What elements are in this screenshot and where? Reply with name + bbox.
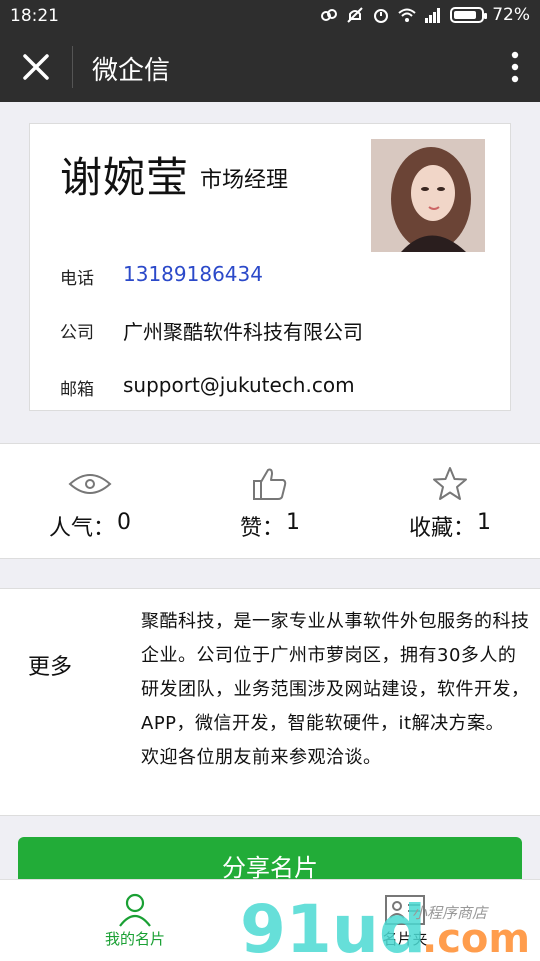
stat-favorites[interactable]: 收藏： 1 bbox=[360, 464, 540, 542]
close-icon[interactable] bbox=[18, 49, 54, 85]
person-icon bbox=[119, 893, 151, 927]
tab-card-holder-label: 名片夹 bbox=[382, 930, 428, 948]
business-card: 谢婉莹 市场经理 电话 13189186434 公司 广州聚酷软件科技有限公司 … bbox=[29, 123, 511, 411]
email-label: 邮箱 bbox=[60, 380, 94, 400]
tab-bar: 我的名片 名片夹 bbox=[0, 879, 540, 961]
signal-icon bbox=[425, 8, 441, 23]
nav-bar: 微企信 bbox=[0, 32, 540, 102]
battery-icon bbox=[450, 7, 488, 23]
nav-divider bbox=[72, 46, 73, 88]
stat-favorites-label: 收藏： bbox=[408, 516, 475, 541]
stats-bar: 人气： 0 赞： 1 收藏： 1 bbox=[0, 443, 540, 559]
stat-likes-label: 赞： bbox=[239, 516, 284, 541]
avatar bbox=[371, 139, 485, 252]
stat-likes[interactable]: 赞： 1 bbox=[180, 464, 360, 542]
wifi-icon bbox=[398, 8, 416, 22]
email-value: support@jukutech.com bbox=[123, 373, 355, 397]
company-label: 公司 bbox=[60, 323, 94, 343]
phone-label: 电话 bbox=[60, 269, 94, 289]
welcome-text: 欢迎各位朋友前来参观洽谈。 bbox=[141, 747, 382, 768]
status-time: 18:21 bbox=[10, 6, 59, 26]
stat-popularity: 人气： 0 bbox=[0, 464, 180, 542]
stat-popularity-value: 0 bbox=[117, 510, 131, 535]
more-label: 更多 bbox=[28, 655, 73, 680]
thumbs-up-icon bbox=[253, 468, 287, 500]
description-text: 聚酷科技，是一家专业从事软件外包服务的科技企业。公司位于广州市萝岗区，拥有30多… bbox=[141, 611, 530, 734]
stat-likes-value: 1 bbox=[286, 510, 300, 535]
star-icon bbox=[433, 467, 467, 500]
card-holder-icon bbox=[385, 895, 425, 925]
eye-icon bbox=[68, 474, 112, 494]
status-bar: 18:21 72% bbox=[0, 0, 540, 32]
alarm-icon bbox=[374, 9, 389, 23]
contact-role: 市场经理 bbox=[200, 168, 289, 193]
contact-name: 谢婉莹 bbox=[60, 153, 190, 202]
tab-my-card[interactable]: 我的名片 bbox=[45, 892, 225, 949]
company-description: 聚酷科技，是一家专业从事软件外包服务的科技企业。公司位于广州市萝岗区，拥有30多… bbox=[141, 605, 533, 775]
tab-card-holder[interactable]: 名片夹 bbox=[315, 892, 495, 949]
tab-my-card-label: 我的名片 bbox=[104, 930, 165, 948]
mute-icon bbox=[347, 7, 363, 23]
stat-popularity-label: 人气： bbox=[48, 516, 115, 541]
status-icons: 72% bbox=[320, 5, 530, 25]
more-section: 更多 聚酷科技，是一家专业从事软件外包服务的科技企业。公司位于广州市萝岗区，拥有… bbox=[0, 588, 540, 816]
more-options-icon[interactable] bbox=[510, 50, 520, 84]
link-icon bbox=[321, 9, 338, 21]
battery-percent: 72% bbox=[492, 5, 530, 25]
company-value: 广州聚酷软件科技有限公司 bbox=[123, 320, 363, 344]
stat-favorites-value: 1 bbox=[477, 510, 491, 535]
page-title: 微企信 bbox=[92, 56, 171, 86]
phone-link[interactable]: 13189186434 bbox=[123, 262, 263, 286]
